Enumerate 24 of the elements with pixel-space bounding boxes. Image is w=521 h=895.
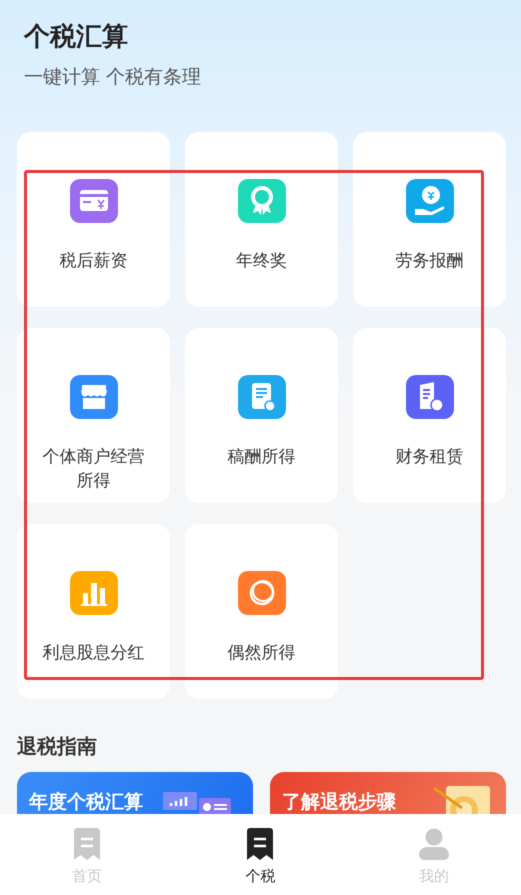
banner-title: 年度个税汇算	[29, 790, 143, 814]
calculator-card[interactable]: 偶然所得	[185, 524, 338, 699]
calculator-label: 财务租赁	[394, 446, 464, 469]
tab-item[interactable]: 个税	[174, 814, 348, 895]
calculator-card[interactable]: 个体商户经营所得	[17, 328, 170, 503]
calculator-card[interactable]: 利息股息分红	[17, 524, 170, 699]
calculator-card[interactable]: 财务租赁	[353, 328, 506, 503]
banner-title: 了解退税步骤	[282, 790, 396, 814]
page-title: 个税汇算	[24, 21, 129, 54]
calculator-label: 年终奖	[235, 250, 288, 273]
calculator-card[interactable]: 税后薪资	[17, 132, 170, 307]
section-title: 退税指南	[16, 733, 98, 760]
calculator-label: 个体商户经营所得	[42, 446, 146, 493]
calculator-label: 偶然所得	[226, 642, 296, 665]
calculator-card[interactable]: 劳务报酬	[353, 132, 506, 307]
calculator-card[interactable]: 年终奖	[185, 132, 338, 307]
calculator-card[interactable]: 稿酬所得	[185, 328, 338, 503]
page-subtitle: 一键计算 个税有条理	[24, 65, 202, 90]
calculator-label: 劳务报酬	[394, 250, 464, 273]
calculator-label: 税后薪资	[58, 250, 128, 273]
calculator-label: 利息股息分红	[42, 642, 146, 665]
calculator-label: 稿酬所得	[226, 446, 296, 469]
guide-banner[interactable]: 年度个税汇算	[17, 772, 253, 816]
guide-banner[interactable]: 了解退税步骤	[270, 772, 506, 816]
